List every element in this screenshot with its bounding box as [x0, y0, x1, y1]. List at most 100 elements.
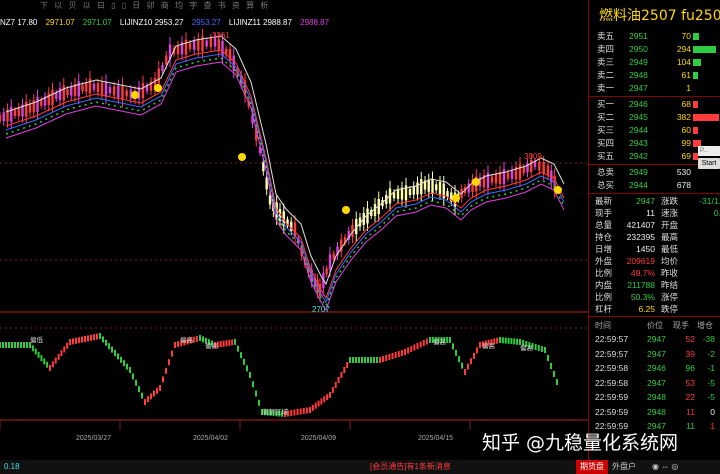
candle-body	[328, 254, 332, 270]
candle-body	[141, 83, 145, 99]
candle-body	[420, 179, 423, 195]
candle-body	[25, 101, 28, 117]
indicator-label: 偏高	[180, 335, 194, 344]
indicator-bar	[81, 336, 83, 343]
indicator-bar	[290, 410, 293, 416]
stat-row: 内盘 211788 昨结	[595, 280, 679, 290]
indicator-bar	[544, 347, 546, 353]
indicator-bar	[458, 356, 460, 363]
indicator-bar	[473, 352, 475, 359]
price-input[interactable]: P...	[698, 146, 720, 156]
orderbook-row[interactable]: 买二 2945 382	[589, 111, 720, 124]
indicator-bar	[446, 337, 449, 343]
indicator-bar	[8, 342, 10, 348]
candle-body	[518, 164, 522, 180]
volume-bar	[693, 59, 702, 66]
candle-body	[77, 81, 80, 97]
orderbook-row[interactable]: 卖三 2949 104	[589, 56, 720, 69]
indicator-bar	[34, 348, 37, 355]
indicator-bar	[129, 367, 131, 373]
candle-body	[228, 49, 232, 61]
start-button[interactable]: Start	[698, 158, 720, 169]
volume-bar	[693, 46, 717, 53]
orderbook-row[interactable]: 买一 2946 68	[589, 98, 720, 111]
indicator-bar	[93, 334, 95, 341]
volume-bar	[693, 33, 699, 40]
candle-body	[188, 43, 192, 49]
indicator-bar	[199, 335, 201, 341]
x-axis-label: 2025/04/02	[193, 435, 228, 442]
candle-body	[197, 38, 200, 51]
candle-body	[232, 55, 235, 71]
indicator-bar	[150, 393, 152, 400]
tab-external[interactable]: 外盘户	[612, 460, 636, 474]
orderbook-row[interactable]: 卖一 2947 1	[589, 82, 720, 95]
status-icons[interactable]: ◉ ⇔ ◎	[652, 460, 678, 474]
indicator-bar	[553, 371, 555, 377]
divider	[589, 316, 720, 317]
indicator-bar	[99, 333, 101, 339]
stat-row: 比例 50.3% 涨停	[595, 292, 679, 302]
candle-body	[36, 97, 39, 112]
candle-body	[442, 183, 445, 199]
indicator-bar	[320, 398, 323, 405]
stat-row: 现手11速涨0.	[595, 208, 720, 218]
indicator-bar	[108, 343, 110, 350]
indicator-bar	[305, 407, 308, 414]
indicator-bar	[231, 339, 234, 346]
candle-body	[205, 40, 208, 47]
candle-body	[268, 195, 272, 205]
tab-futures[interactable]: 期货盘	[576, 460, 608, 474]
x-axis-label: 2025/04/15	[418, 435, 453, 442]
chart-area[interactable]: 下 以 贝 以 曰 ▯ ▯ 日 卯 商 均 字 查 书 资 算 析 NZ7 17…	[0, 0, 588, 460]
smiley-marker	[154, 84, 162, 92]
indicator-bar	[237, 345, 239, 352]
candle-body	[28, 103, 32, 113]
candle-body	[431, 179, 434, 194]
orderbook-row[interactable]: 卖五 2951 70	[589, 30, 720, 43]
indicator-bar	[43, 358, 46, 365]
indicator-bar	[382, 356, 385, 362]
indicator-bar	[407, 347, 410, 354]
ask-list: 卖五 2951 70 卖四 2950 294 卖三 2949 104 卖二 2948 61 卖一 2947…	[589, 30, 720, 95]
indicator-bar	[246, 365, 248, 372]
candle-body	[530, 160, 533, 172]
candle-body	[51, 90, 54, 105]
indicator-bar	[429, 337, 431, 343]
candle-body	[192, 40, 196, 50]
orderbook-row[interactable]: 买三 2944 60	[589, 124, 720, 137]
indicator-bar	[479, 342, 481, 348]
status-value: 0.18	[4, 462, 20, 471]
candle-body	[66, 89, 69, 95]
indicator-bar	[397, 351, 400, 357]
indicator-bar	[23, 342, 25, 348]
candle-body	[121, 85, 124, 100]
indicator-bar	[388, 354, 391, 360]
orderbook-row[interactable]: 卖四 2950 294	[589, 43, 720, 56]
indicator-bar	[147, 396, 149, 403]
smiley-marker	[472, 178, 480, 186]
indicator-bar	[168, 359, 170, 366]
candle-body	[17, 107, 20, 117]
trade-row: 22:59:57 2947 39 -2	[595, 348, 715, 359]
orderbook-row[interactable]: 卖二 2948 61	[589, 69, 720, 82]
indicator-bar	[40, 355, 43, 362]
indicator-bar	[364, 357, 366, 363]
candle-body	[58, 88, 62, 100]
candle-body	[165, 55, 168, 65]
indicator-bar	[17, 342, 19, 348]
indicator-bar	[31, 345, 34, 352]
indicator-bar	[156, 387, 158, 394]
indicator-bar	[501, 337, 504, 344]
indicator-bar	[135, 379, 137, 386]
candlestick-chart: 3261 2707 3009 2025/03/27 2025/04/02 2025/04/…	[0, 29, 588, 442]
candle-body	[96, 83, 100, 93]
stat-row: 杠杆 6.25 跌停	[595, 304, 679, 314]
indicator-bar	[449, 337, 451, 343]
notice-link[interactable]: [会员通告]有1条新消息	[370, 460, 451, 474]
indicator-bar	[326, 394, 329, 401]
indicator-bar	[379, 357, 381, 363]
x-axis-label: 2025/04/09	[301, 435, 336, 442]
indicator-label: 偏高	[205, 341, 219, 350]
candle-body	[117, 85, 120, 98]
